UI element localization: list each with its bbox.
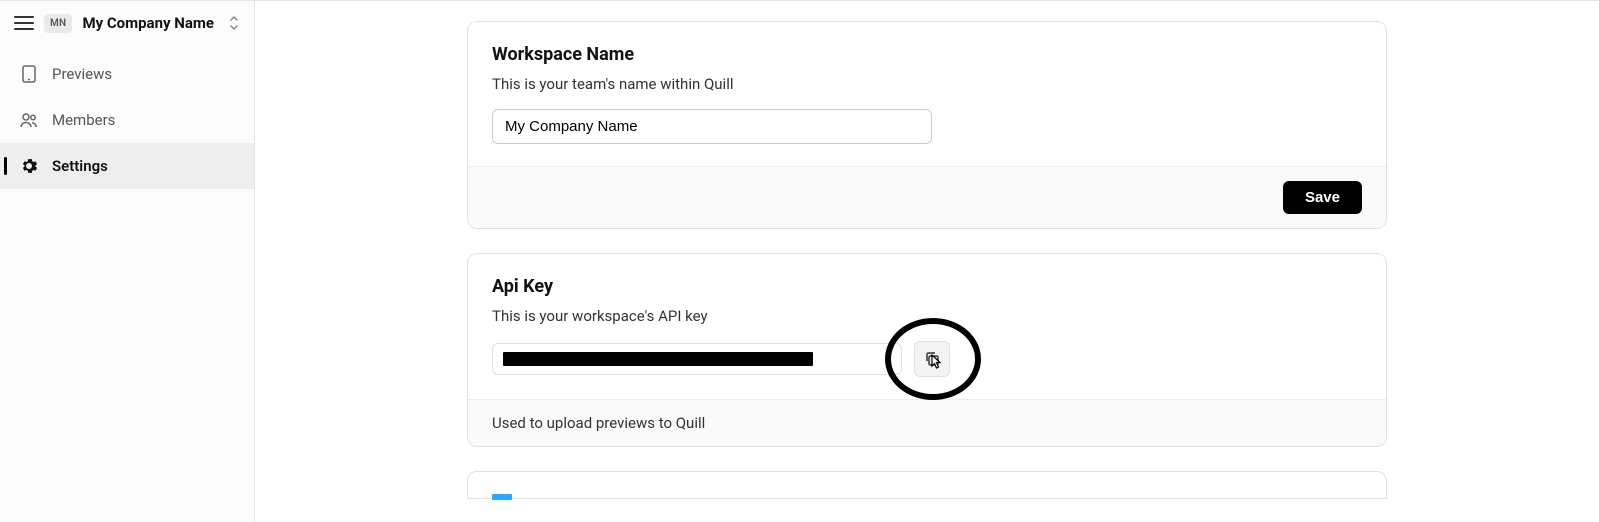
sidebar-item-previews[interactable]: Previews [0,51,254,97]
main-content: Workspace Name This is your team's name … [255,1,1599,522]
api-key-description: This is your workspace's API key [492,307,1362,325]
sidebar-item-members[interactable]: Members [0,97,254,143]
api-key-title: Api Key [492,276,1362,297]
next-card-partial [467,471,1387,499]
sidebar-nav: Previews Members [0,51,254,189]
partial-content-indicator [492,494,512,500]
workspace-name-card: Workspace Name This is your team's name … [467,21,1387,229]
workspace-name-input[interactable] [492,109,932,144]
sidebar-item-label: Settings [52,157,108,175]
copy-api-key-button[interactable] [914,341,950,377]
api-key-footer-text: Used to upload previews to Quill [492,414,705,432]
workspace-description: This is your team's name within Quill [492,75,1362,93]
sidebar-header: MN My Company Name [0,1,254,45]
save-button[interactable]: Save [1283,181,1362,214]
users-icon [20,111,38,129]
api-key-field[interactable] [492,343,902,375]
sidebar-item-label: Members [52,111,115,129]
gear-icon [20,157,38,175]
menu-toggle[interactable] [14,13,34,33]
api-key-masked [503,352,813,366]
org-name: My Company Name [82,14,218,32]
workspace-title: Workspace Name [492,44,1362,65]
api-key-card: Api Key This is your workspace's API key [467,253,1387,447]
copy-icon [924,351,940,367]
sidebar: MN My Company Name Previews [0,1,255,522]
sidebar-item-settings[interactable]: Settings [0,143,254,189]
org-badge: MN [44,14,72,33]
org-switcher[interactable] [228,15,240,31]
sidebar-item-label: Previews [52,65,112,83]
device-icon [20,65,38,83]
